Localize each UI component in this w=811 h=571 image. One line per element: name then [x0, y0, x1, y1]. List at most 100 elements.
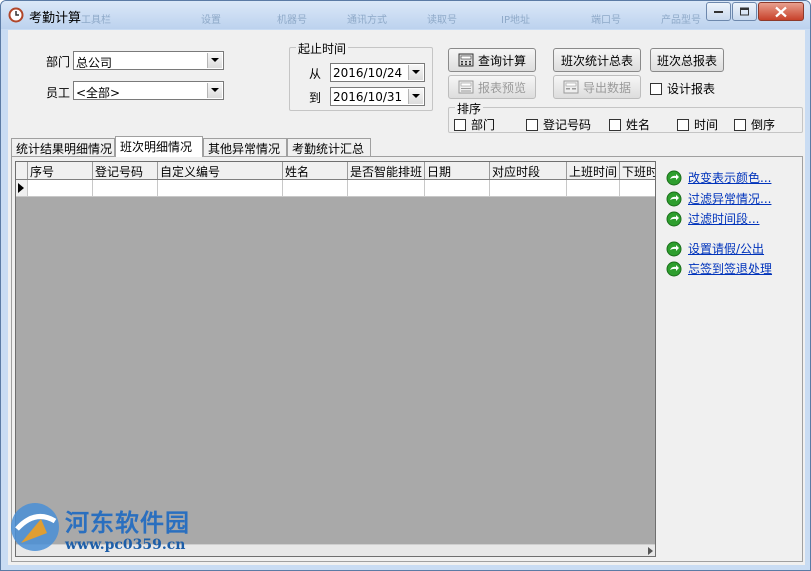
attendance-window: 考勤计算 工具栏 设置 机器号 通讯方式 读取号 IP地址 端口号 产品型号 部…: [0, 0, 811, 571]
date-range-title: 起止时间: [296, 40, 349, 57]
shift-summary-label: 班次统计总表: [560, 53, 633, 68]
tab-other-exceptions[interactable]: 其他异常情况: [203, 138, 287, 156]
sort-option-label: 姓名: [626, 118, 651, 132]
sort-option-label: 时间: [694, 118, 719, 132]
change-color-link-item[interactable]: 改变表示颜色...: [666, 169, 771, 186]
title-bar: 考勤计算 工具栏 设置 机器号 通讯方式 读取号 IP地址 端口号 产品型号: [1, 1, 810, 29]
dropdown-arrow-icon[interactable]: [408, 65, 423, 80]
site-watermark: 河东软件园 www.pc0359.cn: [7, 499, 207, 559]
department-value: 总公司: [76, 56, 113, 70]
report-preview-button[interactable]: 报表预览: [448, 75, 536, 99]
shift-total-label: 班次总报表: [656, 53, 717, 68]
leave-setup-link-item[interactable]: 设置请假/公出: [666, 240, 764, 257]
tab-stat-detail[interactable]: 统计结果明细情况: [11, 138, 115, 156]
sort-department-checkbox[interactable]: 部门: [454, 116, 495, 133]
ghost-title-text: 工具栏: [81, 15, 111, 26]
sort-regno-checkbox[interactable]: 登记号码: [526, 116, 591, 133]
shift-summary-button[interactable]: 班次统计总表: [553, 48, 641, 72]
tab-attendance-summary[interactable]: 考勤统计汇总: [287, 138, 371, 156]
sort-desc-checkbox[interactable]: 倒序: [734, 116, 775, 133]
missed-punch-link[interactable]: 忘签到签退处理: [688, 260, 772, 277]
filter-exceptions-link[interactable]: 过滤异常情况...: [688, 190, 771, 207]
date-range-group: 起止时间 从 2016/10/24 到 2016/10/31: [289, 40, 433, 111]
employee-value: <全部>: [76, 86, 121, 100]
current-row-arrow-icon: [18, 183, 24, 193]
ghost-title-text: IP地址: [501, 15, 530, 26]
filter-period-link-item[interactable]: 过滤时间段...: [666, 210, 759, 227]
tab-label: 班次明细情况: [120, 140, 193, 154]
dropdown-arrow-icon[interactable]: [408, 89, 423, 104]
table-cell[interactable]: [490, 180, 567, 196]
table-cell[interactable]: [567, 180, 620, 196]
sort-name-checkbox[interactable]: 姓名: [609, 116, 650, 133]
minimize-icon: [713, 10, 723, 13]
watermark-url: www.pc0359.cn: [65, 537, 186, 553]
column-header[interactable]: 对应时段: [490, 162, 567, 179]
minimize-button[interactable]: [706, 2, 731, 21]
design-report-checkbox[interactable]: 设计报表: [650, 80, 715, 97]
checkbox-box[interactable]: [650, 82, 662, 95]
window-title: 考勤计算: [29, 11, 82, 26]
checkbox-box[interactable]: [734, 118, 746, 131]
close-button[interactable]: [758, 2, 804, 21]
row-indicator-header: [16, 162, 28, 179]
client-area: 部门 总公司 员工 <全部> 起止时间 从 2016/10/24 到 2016/…: [8, 30, 805, 565]
sort-title: 排序: [455, 100, 484, 117]
sort-time-checkbox[interactable]: 时间: [677, 116, 718, 133]
ghost-title-text: 设置: [201, 15, 221, 26]
checkbox-box[interactable]: [526, 118, 538, 131]
export-data-icon: [563, 80, 579, 94]
table-cell[interactable]: [28, 180, 93, 196]
shift-detail-grid[interactable]: 序号 登记号码 自定义编号 姓名 是否智能排班 日期 对应时段 上班时间 下班时: [15, 161, 656, 557]
column-header[interactable]: 姓名: [283, 162, 348, 179]
ghost-title-text: 读取号: [427, 15, 457, 26]
export-data-button[interactable]: 导出数据: [553, 75, 641, 99]
row-indicator: [16, 180, 28, 196]
department-select[interactable]: 总公司: [73, 51, 224, 70]
table-cell[interactable]: [93, 180, 158, 196]
ghost-title-text: 通讯方式: [347, 15, 387, 26]
scroll-right-arrow-icon[interactable]: [648, 547, 653, 555]
watermark-logo-icon: [11, 503, 59, 551]
green-go-arrow-icon: [666, 211, 682, 226]
checkbox-box[interactable]: [677, 118, 689, 131]
query-calc-button[interactable]: 查询计算: [448, 48, 536, 72]
tab-label: 其他异常情况: [208, 142, 281, 156]
column-header[interactable]: 登记号码: [93, 162, 158, 179]
table-row[interactable]: [16, 180, 655, 197]
checkbox-box[interactable]: [454, 118, 466, 131]
to-date-picker[interactable]: 2016/10/31: [330, 87, 425, 106]
sort-option-label: 倒序: [751, 118, 776, 132]
app-clock-icon: [8, 7, 24, 23]
maximize-button[interactable]: [732, 2, 757, 21]
ghost-title-text: 产品型号: [661, 15, 701, 26]
column-header[interactable]: 上班时间: [567, 162, 620, 179]
table-cell[interactable]: [620, 180, 655, 196]
sort-group: 排序 部门 登记号码 姓名 时间 倒序: [448, 100, 803, 133]
calculator-icon: [458, 53, 474, 67]
report-preview-label: 报表预览: [477, 80, 526, 95]
filter-period-link[interactable]: 过滤时间段...: [688, 210, 759, 227]
employee-select[interactable]: <全部>: [73, 81, 224, 100]
ghost-title-text: 端口号: [591, 15, 621, 26]
tab-shift-detail[interactable]: 班次明细情况: [115, 136, 203, 157]
dropdown-arrow-icon[interactable]: [207, 53, 222, 68]
from-date-picker[interactable]: 2016/10/24: [330, 63, 425, 82]
table-cell[interactable]: [158, 180, 283, 196]
column-header[interactable]: 下班时: [620, 162, 655, 179]
change-color-link[interactable]: 改变表示颜色...: [688, 169, 771, 186]
filter-exceptions-link-item[interactable]: 过滤异常情况...: [666, 190, 771, 207]
shift-total-button[interactable]: 班次总报表: [650, 48, 724, 72]
column-header[interactable]: 序号: [28, 162, 93, 179]
column-header[interactable]: 日期: [425, 162, 490, 179]
column-header[interactable]: 自定义编号: [158, 162, 283, 179]
table-cell[interactable]: [348, 180, 425, 196]
leave-setup-link[interactable]: 设置请假/公出: [688, 240, 764, 257]
table-cell[interactable]: [283, 180, 348, 196]
dropdown-arrow-icon[interactable]: [207, 83, 222, 98]
green-go-arrow-icon: [666, 170, 682, 185]
table-cell[interactable]: [425, 180, 490, 196]
missed-punch-link-item[interactable]: 忘签到签退处理: [666, 260, 772, 277]
checkbox-box[interactable]: [609, 118, 621, 131]
column-header[interactable]: 是否智能排班: [348, 162, 425, 179]
